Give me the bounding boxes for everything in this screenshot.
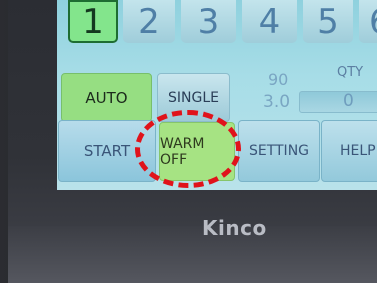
tab-3[interactable]: 3	[181, 0, 236, 43]
setting-button[interactable]: SETTING	[238, 120, 320, 182]
qty-value: 0	[343, 91, 354, 111]
qty-field[interactable]	[299, 91, 377, 113]
qty-label: QTY	[337, 65, 364, 80]
tab-4[interactable]: 4	[242, 0, 297, 43]
readout-top-value: 90	[268, 70, 289, 89]
device-bezel-bottom	[8, 226, 377, 283]
readout-bottom-value: 3.0	[263, 92, 291, 112]
help-button[interactable]: HELP	[321, 120, 377, 182]
tab-5[interactable]: 5	[303, 0, 353, 43]
tab-2[interactable]: 2	[123, 0, 175, 43]
brand-logo: Kinco	[202, 216, 267, 240]
auto-button[interactable]: AUTO	[61, 73, 152, 122]
red-dashed-highlight	[135, 110, 241, 188]
tab-6[interactable]: 6	[359, 0, 377, 43]
tab-1[interactable]: 1	[68, 0, 118, 43]
